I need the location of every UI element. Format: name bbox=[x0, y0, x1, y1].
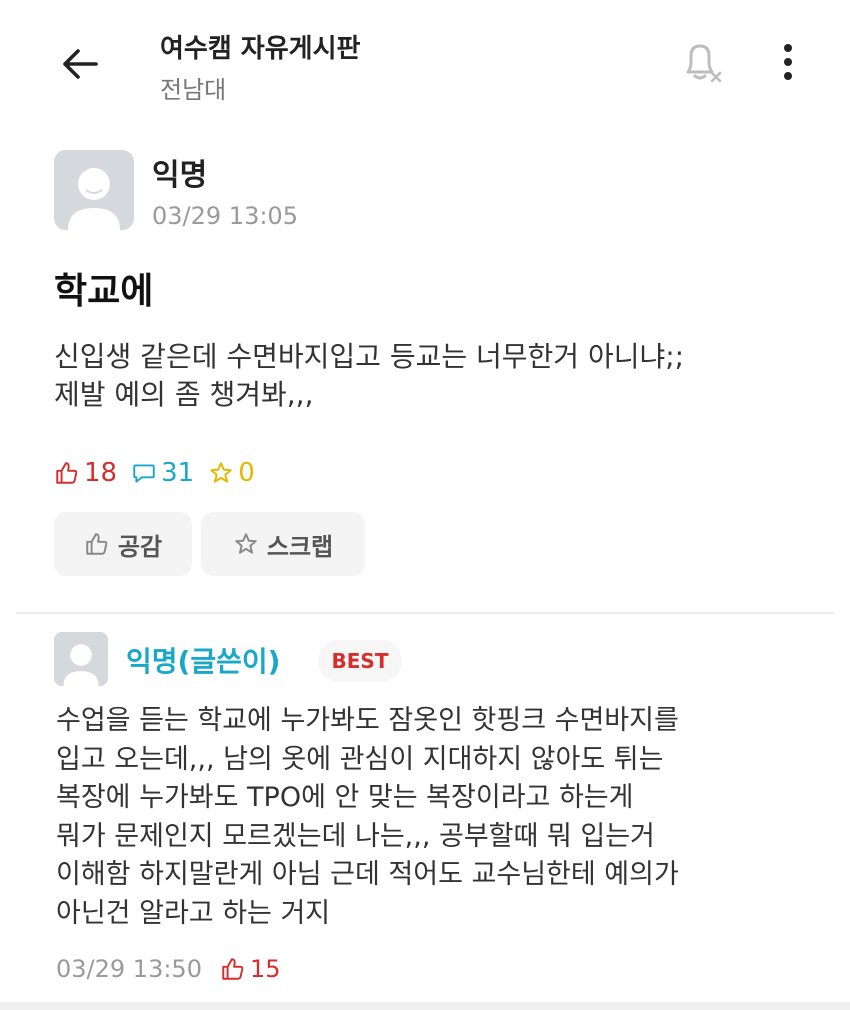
scrap-button[interactable]: 스크랩 bbox=[201, 512, 365, 576]
comment-body-line: 수업을 듣는 학교에 누가봐도 잠옷인 핫핑크 수면바지를 bbox=[56, 705, 679, 736]
comment-body-line: 이해함 하지말란게 아님 근데 적어도 교수님한테 예의가 bbox=[56, 859, 679, 890]
comment-body-line: 입고 오는데,,, 남의 옷에 관심이 지대하지 않아도 튀는 bbox=[56, 743, 664, 775]
more-vertical-icon bbox=[784, 44, 792, 80]
comment-count-value: 31 bbox=[161, 458, 195, 488]
arrow-left-icon bbox=[63, 49, 98, 79]
post-author-name: 익명 bbox=[152, 158, 208, 193]
comment-body-line: 아닌건 알라고 하는 거지 bbox=[56, 897, 331, 929]
board-title: 여수캠 자유게시판 bbox=[160, 34, 361, 64]
default-avatar-icon bbox=[54, 150, 134, 230]
thumbs-up-icon bbox=[222, 958, 244, 980]
comment-like-count: 15 bbox=[220, 955, 281, 983]
post-title: 학교에 bbox=[54, 271, 154, 312]
comment-body-line: 복장에 누가봐도 TPO에 안 맞는 복장이라고 하는게 bbox=[56, 782, 634, 813]
comment-body-line: 뭐가 문제인지 모르겠는데 나는,,, 공부할때 뭐 입는거 bbox=[56, 820, 655, 852]
post-body-line: 신입생 같은데 수면바지입고 등교는 너무한거 아니냐;; bbox=[54, 340, 685, 373]
comment-count: 31 bbox=[131, 458, 194, 488]
like-button[interactable]: 공감 bbox=[54, 512, 192, 576]
like-button-label: 공감 bbox=[117, 532, 163, 561]
star-icon bbox=[210, 462, 232, 483]
scrap-count-value: 0 bbox=[238, 458, 255, 488]
scrap-count: 0 bbox=[208, 458, 255, 488]
thumbs-up-icon bbox=[56, 462, 78, 484]
like-count-value: 18 bbox=[84, 458, 118, 488]
post-timestamp: 03/29 13:05 bbox=[152, 202, 298, 230]
notification-toggle-button[interactable] bbox=[676, 38, 726, 88]
comment-timestamp: 03/29 13:50 bbox=[56, 955, 202, 983]
more-options-button[interactable] bbox=[770, 40, 806, 86]
thumbs-up-icon bbox=[86, 533, 108, 555]
back-button[interactable] bbox=[56, 40, 104, 88]
star-icon bbox=[235, 533, 257, 554]
speech-bubble-icon bbox=[133, 464, 155, 483]
comment-author-avatar bbox=[54, 632, 108, 686]
post-stats: 18 31 0 bbox=[54, 456, 269, 490]
comment-author-name: 익명(글쓴이) bbox=[126, 645, 281, 678]
bell-off-icon bbox=[686, 44, 722, 83]
like-count: 18 bbox=[54, 458, 117, 488]
author-avatar bbox=[54, 150, 134, 230]
top-bar: 여수캠 자유게시판 전남대 bbox=[0, 0, 850, 120]
board-subtitle: 전남대 bbox=[160, 76, 227, 104]
best-badge: BEST bbox=[318, 640, 402, 682]
comment-body: 수업을 듣는 학교에 누가봐도 잠옷인 핫핑크 수면바지를 입고 오는데,,, … bbox=[56, 702, 836, 933]
default-avatar-icon bbox=[54, 632, 108, 686]
post-body-line: 제발 예의 좀 챙겨봐,,, bbox=[54, 378, 314, 411]
section-divider bbox=[16, 612, 834, 614]
comment-like-count-value: 15 bbox=[249, 955, 281, 983]
bottom-separator bbox=[0, 1002, 850, 1010]
comment-meta: 03/29 13:50 15 bbox=[56, 952, 281, 986]
post-body: 신입생 같은데 수면바지입고 등교는 너무한거 아니냐;; 제발 예의 좀 챙겨… bbox=[54, 338, 814, 414]
scrap-button-label: 스크랩 bbox=[266, 532, 334, 561]
